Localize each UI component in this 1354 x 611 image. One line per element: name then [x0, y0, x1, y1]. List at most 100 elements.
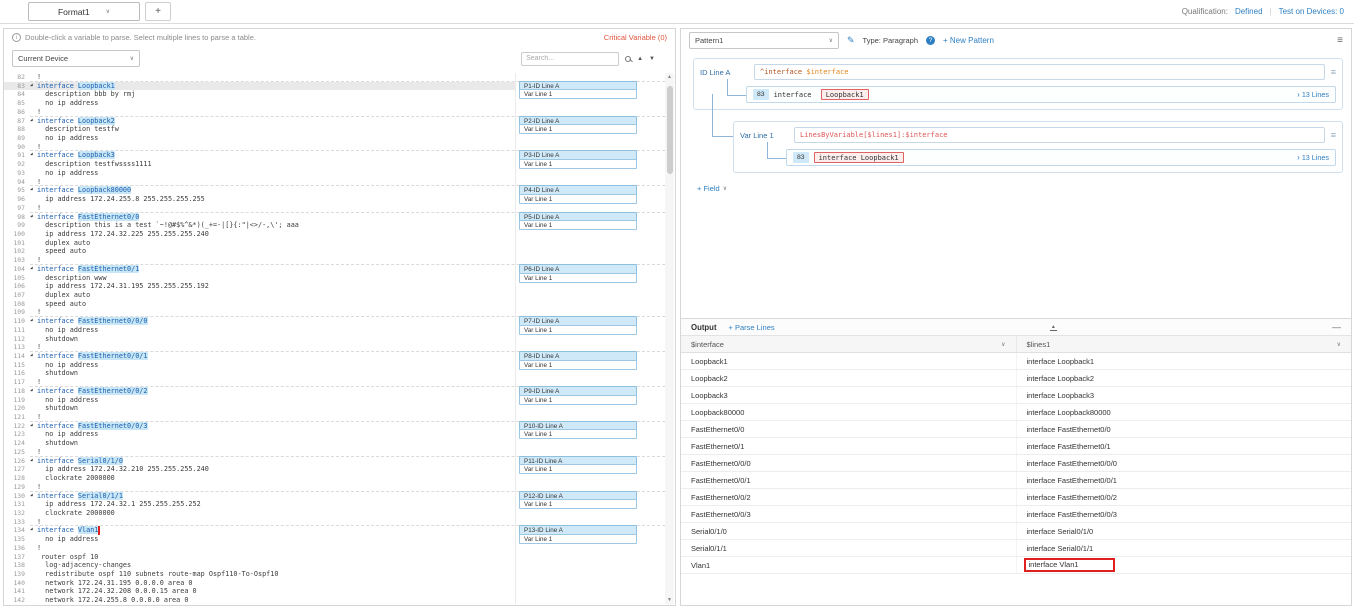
pattern-expression-input[interactable]: LinesByVariable[$lines1]:$interface [794, 127, 1325, 143]
parsed-variable[interactable]: FastEthernet0/0/0 [78, 317, 148, 325]
output-row[interactable]: FastEthernet0/0/3 interface FastEthernet… [681, 506, 1351, 523]
fold-icon[interactable] [30, 387, 37, 396]
code-line[interactable]: 107 duplex auto [4, 291, 665, 300]
parsed-variable[interactable]: Loopback3 [78, 151, 115, 159]
output-row[interactable]: Vlan1 interface Vlan1 [681, 557, 1351, 574]
test-on-devices-link[interactable]: Test on Devices: 0 [1279, 7, 1344, 16]
parsed-variable[interactable]: Serial0/1/0 [78, 457, 123, 465]
fold-icon[interactable] [30, 457, 37, 466]
output-row[interactable]: FastEthernet0/0/0 interface FastEthernet… [681, 455, 1351, 472]
code-line[interactable]: 111 no ip address Var Line 1 [4, 326, 665, 335]
code-line[interactable]: 123 no ip address Var Line 1 [4, 430, 665, 439]
code-line[interactable]: 138 log-adjacency-changes [4, 561, 665, 570]
output-row[interactable]: Serial0/1/0 interface Serial0/1/0 [681, 523, 1351, 540]
drag-handle-icon[interactable]: ≡ [1331, 67, 1336, 77]
menu-icon[interactable]: ≡ [1337, 35, 1343, 46]
output-row[interactable]: FastEthernet0/1 interface FastEthernet0/… [681, 438, 1351, 455]
output-row[interactable]: FastEthernet0/0/1 interface FastEthernet… [681, 472, 1351, 489]
output-row[interactable]: Loopback3 interface Loopback3 [681, 387, 1351, 404]
fold-icon[interactable] [30, 213, 37, 222]
parsed-variable[interactable]: FastEthernet0/0 [78, 213, 139, 221]
config-editor[interactable]: 82 ! 83 interface Loopback1 P1-ID Line A [4, 73, 665, 604]
column-header-lines1[interactable]: $lines1 ∨ [1017, 336, 1352, 352]
code-line[interactable]: 116 shutdown [4, 369, 665, 378]
pattern-line-badge[interactable]: Var Line 1 [519, 395, 637, 405]
code-line[interactable]: 108 speed auto [4, 300, 665, 309]
parse-lines-link[interactable]: + Parse Lines [729, 323, 775, 332]
parsed-variable[interactable]: Serial0/1/1 [78, 492, 123, 500]
code-line[interactable]: 139 redistribute ospf 110 subnets route-… [4, 570, 665, 579]
search-icon[interactable] [625, 56, 631, 62]
code-line[interactable]: 140 network 172.24.31.195 0.0.0.0 area 0 [4, 579, 665, 588]
code-line[interactable]: 101 duplex auto [4, 239, 665, 248]
pattern-line-badge[interactable]: Var Line 1 [519, 124, 637, 134]
parsed-variable[interactable]: FastEthernet0/1 [78, 265, 139, 273]
pattern-line-badge[interactable]: Var Line 1 [519, 159, 637, 169]
code-line[interactable]: 115 no ip address Var Line 1 [4, 361, 665, 370]
drag-handle-icon[interactable]: ≡ [1331, 130, 1336, 140]
code-line[interactable]: 100 ip address 172.24.32.225 255.255.255… [4, 230, 665, 239]
code-line[interactable]: 89 no ip address [4, 134, 665, 143]
parsed-variable[interactable]: FastEthernet0/0/3 [78, 422, 148, 430]
parsed-variable[interactable]: Loopback80000 [78, 186, 131, 194]
next-match-button[interactable]: ▼ [649, 56, 655, 62]
code-line[interactable]: 137 router ospf 10 [4, 553, 665, 562]
parsed-variable[interactable]: FastEthernet0/0/1 [78, 352, 148, 360]
parsed-variable[interactable]: Vlan1 [78, 526, 98, 534]
code-line[interactable]: 88 description testfw Var Line 1 [4, 125, 665, 134]
pattern-expression-input[interactable]: ^interface $interface [754, 64, 1325, 80]
parsed-variable[interactable]: FastEthernet0/0/2 [78, 387, 148, 395]
pattern-line-badge[interactable]: Var Line 1 [519, 325, 637, 335]
code-line[interactable]: 106 ip address 172.24.31.195 255.255.255… [4, 282, 665, 291]
fold-icon[interactable] [30, 265, 37, 274]
fold-icon[interactable] [30, 422, 37, 431]
pattern-line-badge[interactable]: Var Line 1 [519, 220, 637, 230]
output-row[interactable]: Loopback80000 interface Loopback80000 [681, 404, 1351, 421]
fold-icon[interactable] [30, 117, 37, 126]
scrollbar-thumb[interactable] [667, 86, 673, 174]
add-field-link[interactable]: + Field∨ [697, 184, 727, 193]
critical-variable-link[interactable]: Critical Variable (0) [604, 33, 667, 42]
code-line[interactable]: 135 no ip address Var Line 1 [4, 535, 665, 544]
pattern-line-badge[interactable]: Var Line 1 [519, 194, 637, 204]
matched-variable[interactable]: Loopback1 [821, 89, 869, 100]
code-line[interactable]: 119 no ip address Var Line 1 [4, 396, 665, 405]
output-row[interactable]: Loopback1 interface Loopback1 [681, 353, 1351, 370]
qualification-defined-link[interactable]: Defined [1235, 7, 1263, 16]
pattern-line-badge[interactable]: Var Line 1 [519, 464, 637, 474]
output-row[interactable]: Loopback2 interface Loopback2 [681, 370, 1351, 387]
code-line[interactable]: 142 network 172.24.255.8 0.0.0.0 area 0 [4, 596, 665, 604]
fold-icon[interactable] [30, 82, 37, 91]
fold-icon[interactable] [30, 492, 37, 501]
code-line[interactable]: 128 clockrate 2000000 [4, 474, 665, 483]
scroll-up-icon[interactable]: ▲ [667, 74, 672, 80]
fold-icon[interactable] [30, 352, 37, 361]
pattern-line-badge[interactable]: Var Line 1 [519, 360, 637, 370]
code-line[interactable]: 85 no ip address [4, 99, 665, 108]
matched-variable[interactable]: interface Loopback1 [814, 152, 904, 163]
new-pattern-link[interactable]: + New Pattern [943, 36, 994, 45]
prev-match-button[interactable]: ▲ [637, 56, 643, 62]
parsed-variable[interactable]: Loopback1 [78, 82, 115, 90]
pattern-line-badge[interactable]: Var Line 1 [519, 534, 637, 544]
code-line[interactable]: 131 ip address 172.24.32.1 255.255.255.2… [4, 500, 665, 509]
output-row[interactable]: Serial0/1/1 interface Serial0/1/1 [681, 540, 1351, 557]
code-line[interactable]: 92 description testfwssss1111 Var Line 1 [4, 160, 665, 169]
code-line[interactable]: 105 description www Var Line 1 [4, 274, 665, 283]
code-line[interactable]: 99 description this is a test `~!@#$%^&*… [4, 221, 665, 230]
add-format-button[interactable]: + [145, 2, 171, 21]
collapse-output-icon[interactable]: — [1332, 322, 1341, 332]
code-line[interactable]: 124 shutdown [4, 439, 665, 448]
code-line[interactable]: 112 shutdown [4, 335, 665, 344]
code-line[interactable]: 96 ip address 172.24.255.8 255.255.255.2… [4, 195, 665, 204]
output-row[interactable]: FastEthernet0/0 interface FastEthernet0/… [681, 421, 1351, 438]
editor-scrollbar[interactable]: ▲ ▼ [665, 73, 674, 604]
parsed-variable[interactable]: Loopback2 [78, 117, 115, 125]
code-line[interactable]: 84 description bbb by rmj Var Line 1 [4, 90, 665, 99]
help-icon[interactable]: ? [926, 36, 935, 45]
code-line[interactable]: 127 ip address 172.24.32.210 255.255.255… [4, 465, 665, 474]
fold-icon[interactable] [30, 526, 37, 535]
pattern-select[interactable]: Pattern1 ∨ [689, 32, 839, 49]
search-input[interactable] [521, 52, 619, 66]
pattern-line-badge[interactable]: Var Line 1 [519, 89, 637, 99]
